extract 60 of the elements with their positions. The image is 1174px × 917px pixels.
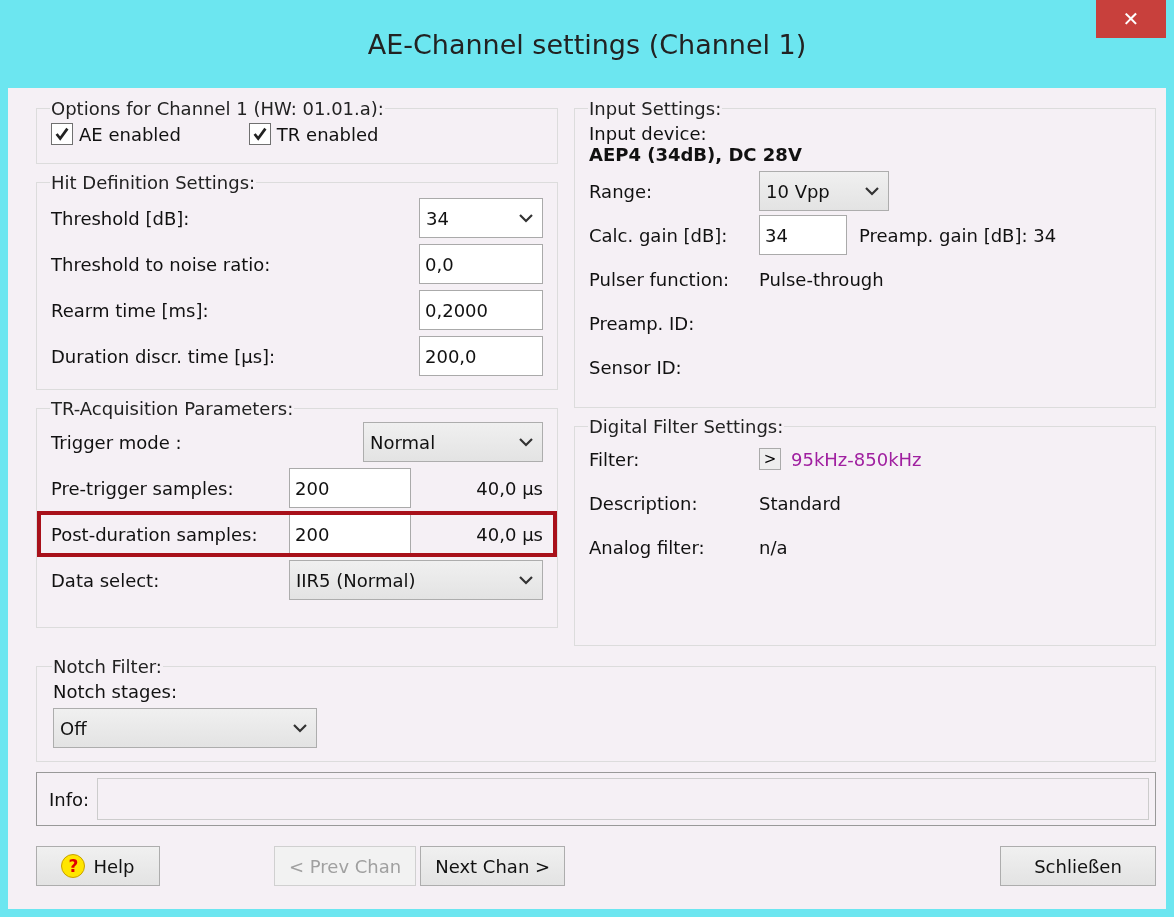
field-label: Description: bbox=[589, 492, 699, 514]
value-text: Standard bbox=[759, 492, 841, 514]
value-text: n/a bbox=[759, 536, 788, 558]
window-title: AE-Channel settings (Channel 1) bbox=[367, 28, 807, 60]
field-label: Input device: bbox=[589, 123, 708, 144]
nav-button[interactable]: Next Chan > bbox=[420, 846, 566, 886]
field-label: Notch stages: bbox=[53, 681, 178, 702]
close-button[interactable]: ✕ bbox=[1096, 0, 1166, 38]
field-label: Preamp. ID: bbox=[589, 312, 696, 334]
input-field[interactable]: 34 bbox=[759, 215, 847, 255]
group-title: Notch Filter: bbox=[52, 656, 163, 677]
device-name: AEP4 (34dB), DC 28V bbox=[589, 144, 803, 165]
dropdown[interactable]: Off bbox=[53, 708, 317, 748]
field-label: Range: bbox=[589, 180, 654, 202]
value-text: Pulse-through bbox=[759, 268, 884, 290]
checkbox-label: AE enabled bbox=[79, 123, 181, 145]
checkbox-label: TR enabled bbox=[276, 123, 379, 145]
group-title: Input Settings: bbox=[588, 98, 723, 119]
group-title: Digital Filter Settings: bbox=[588, 416, 785, 437]
input-field[interactable]: 200 bbox=[289, 468, 411, 508]
field-label: Rearm time [ms]: bbox=[51, 299, 209, 321]
chevron-icon bbox=[518, 575, 534, 585]
dropdown[interactable]: 10 Vpp bbox=[759, 171, 889, 211]
field-label: Filter: bbox=[589, 448, 641, 470]
field-label: Calc. gain [dB]: bbox=[589, 224, 729, 246]
field-label: Sensor ID: bbox=[589, 356, 683, 378]
dropdown[interactable]: Normal bbox=[363, 422, 543, 462]
checkbox[interactable] bbox=[51, 123, 73, 145]
value-text: Preamp. gain [dB]: 34 bbox=[859, 224, 1057, 246]
help-button[interactable]: ? Help bbox=[36, 846, 160, 886]
group-title: Options for Channel 1 (HW: 01.01.a): bbox=[50, 98, 385, 119]
dropdown[interactable]: IIR5 (Normal) bbox=[289, 560, 543, 600]
group-title: TR-Acquisition Parameters: bbox=[50, 398, 295, 419]
dropdown[interactable]: 34 bbox=[419, 198, 543, 238]
expand-button[interactable]: > bbox=[759, 448, 781, 470]
input-field[interactable]: 0,2000 bbox=[419, 290, 543, 330]
chevron-icon bbox=[518, 213, 534, 223]
help-icon: ? bbox=[61, 854, 86, 878]
field-label: Data select: bbox=[51, 569, 161, 591]
input-field[interactable]: 200,0 bbox=[419, 336, 543, 376]
field-label: Post-duration samples: bbox=[51, 523, 259, 545]
chevron-icon bbox=[864, 186, 880, 196]
field-label: Threshold to noise ratio: bbox=[51, 253, 271, 275]
field-label: Trigger mode : bbox=[51, 431, 183, 453]
filter-value: 95kHz-850kHz bbox=[791, 448, 922, 470]
chevron-icon bbox=[518, 437, 534, 447]
field-label: Info: bbox=[49, 788, 90, 810]
field-label: Threshold [dB]: bbox=[51, 207, 190, 229]
field-label: Duration discr. time [µs]: bbox=[51, 345, 276, 367]
value-text: 40,0 µs bbox=[475, 523, 543, 545]
checkbox[interactable] bbox=[248, 123, 271, 145]
field-label: Pulser function: bbox=[589, 268, 731, 290]
field-label: Pre-trigger samples: bbox=[51, 477, 235, 499]
input-field[interactable]: 200 bbox=[289, 514, 411, 554]
field-label: Analog filter: bbox=[589, 536, 706, 558]
chevron-icon bbox=[292, 723, 308, 733]
group-title: Hit Definition Settings: bbox=[50, 172, 257, 193]
input-field[interactable]: 0,0 bbox=[419, 244, 543, 284]
value-text: 40,0 µs bbox=[475, 477, 543, 499]
close-button[interactable]: Schließen bbox=[1000, 846, 1156, 886]
